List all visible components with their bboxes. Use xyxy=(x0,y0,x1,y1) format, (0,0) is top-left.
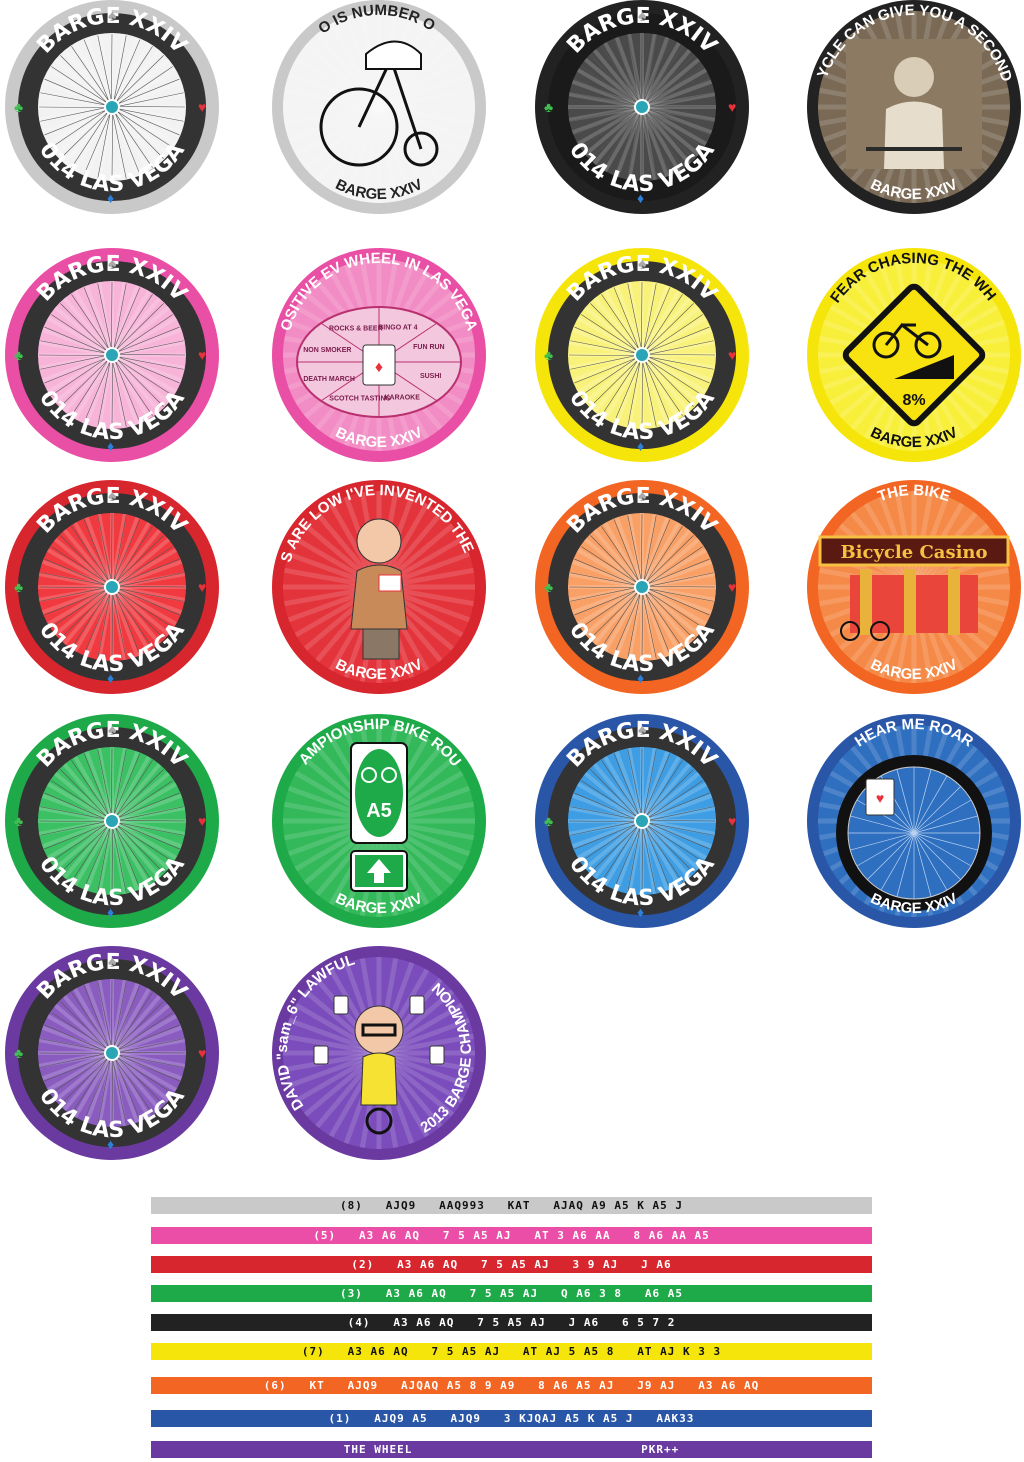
club-icon: ♣ xyxy=(14,99,23,115)
diamond-icon: ♦ xyxy=(107,1136,114,1152)
grade-label: 8% xyxy=(902,392,925,409)
heart-icon: ♥ xyxy=(198,1045,206,1061)
diamond-icon: ♦ xyxy=(107,190,114,206)
pink-art-chip: SUSHI KARAOKE SCOTCH TASTING DEATH MARCH NON… xyxy=(271,247,487,463)
wheel-segment-label: ROCKS & BEER xyxy=(329,326,383,333)
wheel-segment-label: BINGO AT 4 xyxy=(378,324,417,331)
black-wheel-chip: BARGE XXIV2014 LAS VEGAS♠♣♥♦ xyxy=(534,0,750,215)
spade-icon: ♠ xyxy=(108,256,117,273)
wheel-segment-label: FUN RUN xyxy=(413,344,445,351)
route-label: A5 xyxy=(366,800,392,822)
heart-icon: ♥ xyxy=(198,579,206,595)
spade-icon: ♠ xyxy=(638,8,647,25)
diamond-icon: ♦ xyxy=(637,904,644,920)
hand-strip: (6) KT AJQ9 AJQAQ A5 8 9 A9 8 A6 A5 AJ J… xyxy=(151,1377,872,1394)
tire-cards-icon: ♥ xyxy=(836,755,992,911)
hub-icon xyxy=(634,99,650,115)
hand-strip: (2) A3 A6 AQ 7 5 A5 AJ 3 9 AJ J A6 xyxy=(151,1256,872,1273)
marquee-label: Bicycle Casino xyxy=(840,542,987,563)
hub-icon xyxy=(634,579,650,595)
hand-strip: (4) A3 A6 AQ 7 5 A5 AJ J A6 6 5 7 2 xyxy=(151,1314,872,1331)
hand-strip: (7) A3 A6 AQ 7 5 A5 AJ AT AJ 5 A5 8 AT A… xyxy=(151,1343,872,1360)
red-wheel-chip: BARGE XXIV2014 LAS VEGAS♠♣♥♦ xyxy=(4,479,220,695)
red-art-chip: IF ACES ARE LOW I'VE INVENTED THE WHEELB… xyxy=(271,479,487,695)
yellow-wheel-chip: BARGE XXIV2014 LAS VEGAS♠♣♥♦ xyxy=(534,247,750,463)
spade-icon: ♠ xyxy=(638,488,647,505)
pink-wheel-chip: BARGE XXIV2014 LAS VEGAS♠♣♥♦ xyxy=(4,247,220,463)
grey-art-chip: WHO IS NUMBER ONE?BARGE XXIV xyxy=(271,0,487,215)
bike-route-sign-icon: A5 xyxy=(350,742,408,892)
spade-icon: ♠ xyxy=(638,722,647,739)
hub-icon xyxy=(104,579,120,595)
green-art-chip: A5CHAMPIONSHIP BIKE ROUTEBARGE XXIV xyxy=(271,713,487,929)
hub-icon xyxy=(634,347,650,363)
heart-icon: ♥ xyxy=(728,99,736,115)
diamond-icon: ♦ xyxy=(107,438,114,454)
black-art-chip: A BICYCLE CAN GIVE YOU A SECOND LIFEBARG… xyxy=(806,0,1022,215)
hub-icon xyxy=(104,99,120,115)
hand-strip: (5) A3 A6 AQ 7 5 A5 AJ AT 3 A6 AA 8 A6 A… xyxy=(151,1227,872,1244)
purple-wheel-chip: BARGE XXIV2014 LAS VEGAS♠♣♥♦ xyxy=(4,945,220,1161)
wheel-segment-label: NON SMOKER xyxy=(303,347,351,354)
club-icon: ♣ xyxy=(544,579,553,595)
diamond-icon: ♦ xyxy=(637,670,644,686)
heart-icon: ♥ xyxy=(728,347,736,363)
club-icon: ♣ xyxy=(14,579,23,595)
club-icon: ♣ xyxy=(544,813,553,829)
club-icon: ♣ xyxy=(14,1045,23,1061)
diamond-icon: ♦ xyxy=(107,904,114,920)
prize-wheel-icon: SUSHIKARAOKESCOTCH TASTINGDEATH MARCHNON… xyxy=(296,306,462,418)
wheel-segment-label: SUSHI xyxy=(420,373,441,380)
club-icon: ♣ xyxy=(544,99,553,115)
diamond-icon: ♦ xyxy=(637,190,644,206)
green-wheel-chip: BARGE XXIV2014 LAS VEGAS♠♣♥♦ xyxy=(4,713,220,929)
orange-art-chip: Bicycle Casino THE BIKE BARGE XXIV xyxy=(806,479,1022,695)
hub-icon xyxy=(634,813,650,829)
hand-strip: (3) A3 A6 AQ 7 5 A5 AJ Q A6 3 8 A6 A5 xyxy=(151,1285,872,1302)
spade-icon: ♠ xyxy=(638,256,647,273)
heart-icon: ♥ xyxy=(728,813,736,829)
hand-strip: THE WHEEL PKR++ xyxy=(151,1441,872,1458)
wheel-segment-label: DEATH MARCH xyxy=(303,376,355,383)
blue-art-chip: ♥ HEAR ME ROAR BARGE XXIV xyxy=(806,713,1022,929)
club-icon: ♣ xyxy=(544,347,553,363)
club-icon: ♣ xyxy=(14,347,23,363)
yellow-art-chip: 8%NO FEAR CHASING THE WHEELBARGE XXIV xyxy=(806,247,1022,463)
heart-icon: ♥ xyxy=(198,347,206,363)
blue-wheel-chip: BARGE XXIV2014 LAS VEGAS♠♣♥♦ xyxy=(534,713,750,929)
old-man-bicycle-photo xyxy=(846,39,982,169)
hub-icon xyxy=(104,347,120,363)
heart-icon: ♥ xyxy=(728,579,736,595)
diamond-icon: ♦ xyxy=(107,670,114,686)
wheel-segment-label: SCOTCH TASTING xyxy=(329,396,391,403)
heart-icon: ♥ xyxy=(198,813,206,829)
spade-icon: ♠ xyxy=(108,488,117,505)
spade-icon: ♠ xyxy=(108,8,117,25)
diamond-icon: ♦ xyxy=(637,438,644,454)
hand-strip: (8) AJQ9 AAQ993 KAT AJAQ A9 A5 K A5 J xyxy=(151,1197,872,1214)
purple-art-chip: DAVID "sam_6" LAWFUL 2013 BARGE CHAMPION xyxy=(271,945,487,1161)
grey-wheel-chip: BARGE XXIV2014 LAS VEGAS♠♣♥♦ xyxy=(4,0,220,215)
club-icon: ♣ xyxy=(14,813,23,829)
hand-strip: (1) AJQ9 A5 AJQ9 3 KJQAJ A5 K A5 J AAK33 xyxy=(151,1410,872,1427)
spade-icon: ♠ xyxy=(108,954,117,971)
svg-text:♥: ♥ xyxy=(876,790,884,806)
spade-icon: ♠ xyxy=(108,722,117,739)
hub-icon xyxy=(104,1045,120,1061)
orange-wheel-chip: BARGE XXIV2014 LAS VEGAS♠♣♥♦ xyxy=(534,479,750,695)
heart-icon: ♥ xyxy=(198,99,206,115)
svg-text:♦: ♦ xyxy=(375,359,383,376)
hub-icon xyxy=(104,813,120,829)
